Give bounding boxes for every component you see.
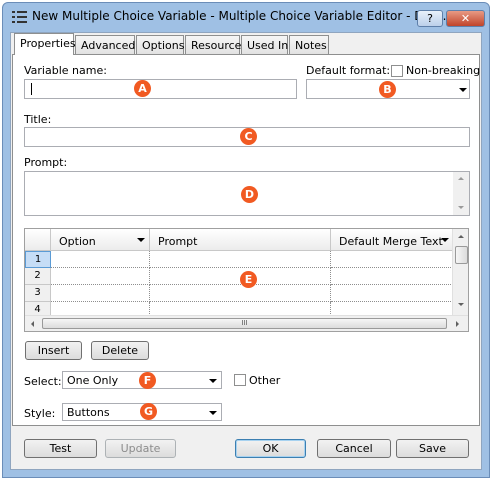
chevron-down-icon — [209, 379, 217, 383]
row-header[interactable]: 1 — [25, 251, 51, 268]
grid-cell[interactable] — [150, 251, 331, 268]
variable-name-label: Variable name: — [24, 64, 107, 77]
scroll-up-icon[interactable] — [458, 235, 464, 238]
style-value: Buttons — [67, 406, 110, 419]
callout-badge-d: D — [241, 186, 258, 203]
grid-cell[interactable] — [150, 302, 331, 316]
active-tab-joiner — [15, 54, 73, 56]
grid-cell[interactable] — [331, 302, 453, 316]
grid-cell[interactable] — [51, 251, 150, 268]
variable-name-input[interactable] — [24, 79, 297, 99]
other-label: Other — [249, 374, 281, 387]
scroll-down-icon[interactable] — [458, 303, 464, 306]
grid-cell[interactable] — [331, 268, 453, 285]
non-breaking-checkbox[interactable] — [391, 65, 403, 77]
callout-badge-f: F — [139, 372, 156, 389]
callout-badge-b: B — [379, 81, 396, 98]
sort-arrow-icon — [441, 238, 449, 242]
prompt-label: Prompt: — [24, 156, 68, 169]
test-button[interactable]: Test — [24, 439, 97, 458]
scroll-thumb[interactable]: III — [42, 318, 447, 329]
scroll-left-icon[interactable] — [31, 321, 34, 327]
grid-cell[interactable] — [150, 285, 331, 302]
grid-vertical-scrollbar[interactable] — [452, 229, 468, 315]
other-checkbox[interactable] — [234, 374, 246, 386]
non-breaking-label: Non-breaking — [406, 64, 481, 77]
grid-cell[interactable] — [331, 285, 453, 302]
grid-cell[interactable] — [331, 251, 453, 268]
callout-badge-e: E — [240, 271, 257, 288]
style-label: Style: — [24, 407, 56, 420]
tab-properties[interactable]: Properties — [14, 33, 76, 55]
column-header-default-merge-text[interactable]: Default Merge Text — [331, 229, 453, 251]
select-label: Select: — [24, 375, 62, 388]
row-header[interactable]: 3 — [25, 285, 51, 302]
prompt-scrollbar[interactable] — [453, 172, 469, 215]
insert-button[interactable]: Insert — [25, 341, 82, 360]
row-header[interactable]: 2 — [25, 268, 51, 285]
help-button[interactable]: ? — [417, 10, 443, 27]
close-button[interactable]: ✕ — [446, 10, 485, 27]
update-button[interactable]: Update — [105, 439, 176, 458]
callout-badge-a: A — [134, 80, 151, 97]
grid-corner — [25, 229, 51, 251]
grid-cell[interactable] — [51, 302, 150, 316]
scroll-up-icon — [458, 177, 464, 180]
chevron-down-icon — [209, 411, 217, 415]
grid-cell[interactable] — [51, 268, 150, 285]
title-label: Title: — [24, 113, 52, 126]
tab-notes[interactable]: Notes — [289, 35, 329, 54]
save-button[interactable]: Save — [396, 439, 469, 458]
default-format-label: Default format: — [306, 64, 391, 77]
grid-cell[interactable] — [51, 285, 150, 302]
sort-arrow-icon — [137, 238, 145, 242]
window-title: New Multiple Choice Variable - Multiple … — [32, 9, 455, 23]
callout-badge-c: C — [240, 128, 257, 145]
ok-button[interactable]: OK — [235, 439, 306, 458]
select-value: One Only — [67, 374, 119, 387]
text-caret — [31, 83, 32, 95]
scroll-thumb[interactable] — [455, 246, 468, 264]
scroll-down-icon — [458, 206, 464, 209]
scroll-grip: III — [241, 319, 248, 327]
cancel-button[interactable]: Cancel — [317, 439, 391, 458]
callout-badge-g: G — [140, 403, 157, 420]
tab-options[interactable]: Options — [136, 35, 184, 54]
delete-button[interactable]: Delete — [91, 341, 149, 360]
list-icon — [12, 11, 27, 23]
scroll-right-icon[interactable] — [456, 321, 459, 327]
grid-horizontal-scrollbar[interactable]: III — [25, 315, 468, 331]
chevron-down-icon — [459, 88, 467, 92]
tab-used-in[interactable]: Used In — [241, 35, 288, 54]
tab-advanced[interactable]: Advanced — [75, 35, 135, 54]
column-header-option[interactable]: Option — [51, 229, 150, 251]
column-header-prompt[interactable]: Prompt — [150, 229, 331, 251]
tab-resource[interactable]: Resource — [185, 35, 241, 54]
